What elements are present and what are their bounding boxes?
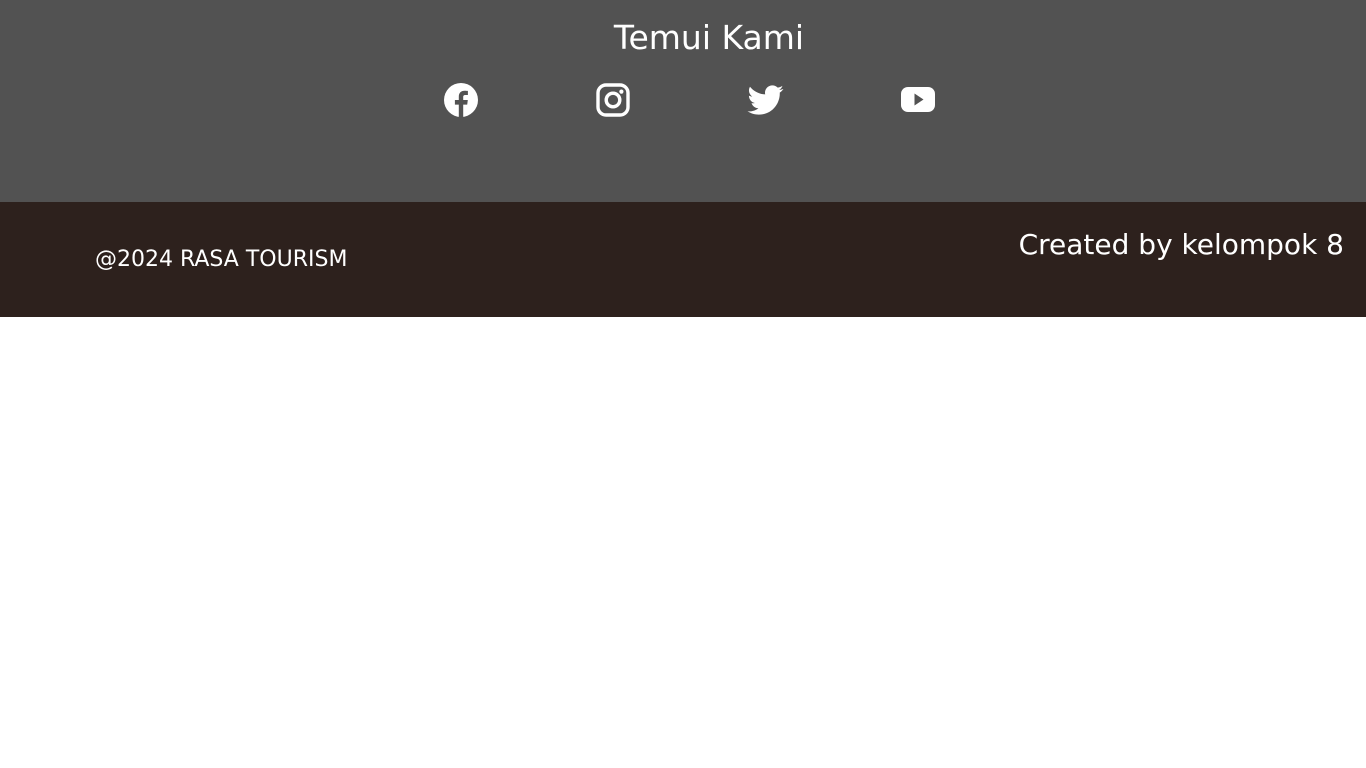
youtube-link[interactable] (899, 81, 937, 119)
copyright-text: @2024 RASA TOURISM (95, 247, 348, 272)
twitter-link[interactable] (746, 81, 784, 119)
twitter-icon (747, 85, 784, 115)
facebook-link[interactable] (442, 81, 480, 119)
instagram-icon (596, 83, 630, 117)
instagram-link[interactable] (594, 81, 632, 119)
social-links (0, 81, 1366, 119)
youtube-icon (901, 87, 935, 112)
social-title: Temui Kami (613, 18, 805, 57)
footer-bar: @2024 RASA TOURISM Created by kelompok 8 (0, 202, 1366, 317)
page-body-blank (0, 317, 1366, 768)
facebook-icon (444, 83, 478, 117)
credit-text: Created by kelompok 8 (1018, 228, 1344, 261)
social-section: Temui Kami (0, 0, 1366, 202)
